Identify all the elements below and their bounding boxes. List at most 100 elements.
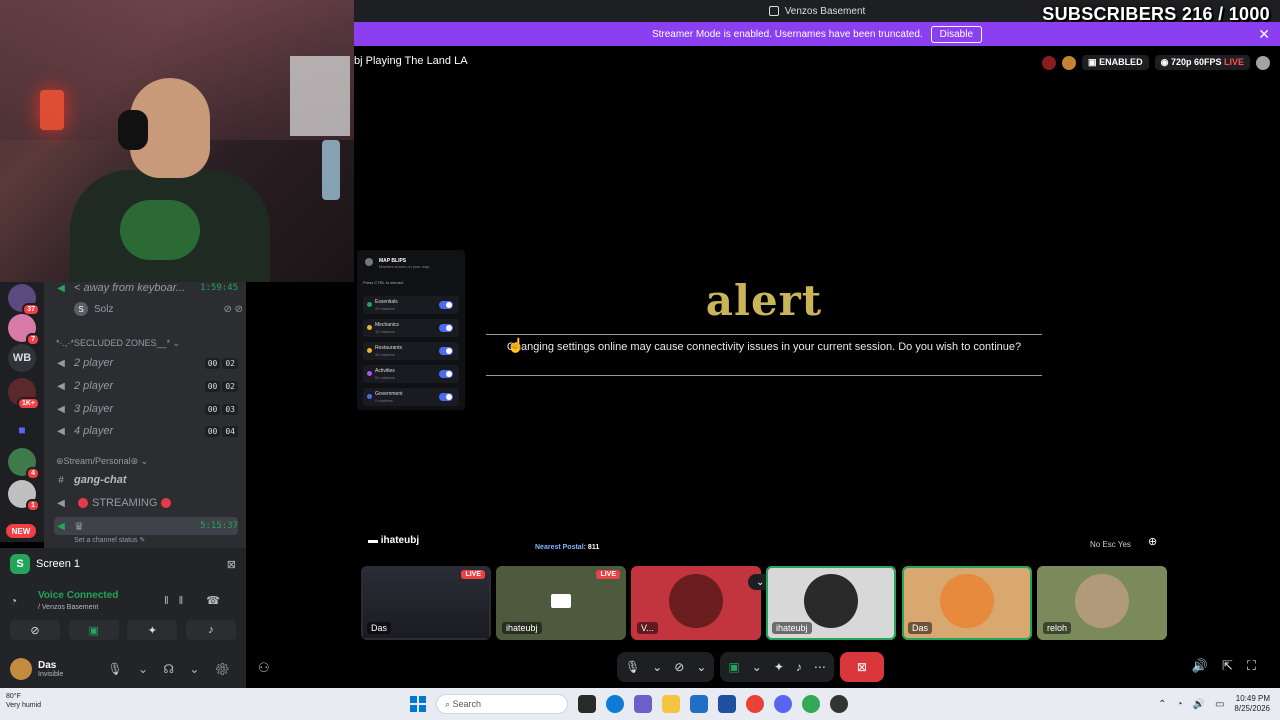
- server-icon[interactable]: 1: [8, 480, 40, 512]
- edge-icon[interactable]: [606, 695, 624, 713]
- wifi-icon[interactable]: ◔: [1176, 699, 1182, 710]
- search-input[interactable]: ⌕ Search: [436, 694, 568, 714]
- channel-name: gang-chat: [74, 474, 127, 486]
- terminal-icon[interactable]: [578, 695, 596, 713]
- participant-tile[interactable]: Das: [902, 566, 1032, 640]
- disconnect-button[interactable]: ⊠: [839, 652, 884, 682]
- voice-channel[interactable]: ◀ 2 player 00 02: [54, 354, 238, 372]
- voice-user-name: Solz: [94, 303, 114, 315]
- notification-badge: 7: [26, 333, 40, 346]
- app-icon[interactable]: [830, 695, 848, 713]
- channel-name: 2 player: [74, 357, 114, 369]
- screen-share-button[interactable]: ▣: [68, 620, 119, 640]
- chrome-icon[interactable]: [746, 695, 764, 713]
- folder-icon[interactable]: ■: [8, 416, 36, 444]
- user-count: 00 02: [203, 380, 238, 392]
- zoom-icon[interactable]: ⊕: [1148, 535, 1157, 548]
- app-icon: [768, 6, 779, 16]
- file-explorer-icon[interactable]: [662, 695, 680, 713]
- voice-user[interactable]: S Solz ⊘ ⊘: [74, 301, 243, 317]
- stop-stream-icon[interactable]: ⊠: [227, 558, 236, 571]
- chat-icon[interactable]: [1256, 55, 1270, 70]
- participant-tile[interactable]: LIVE Das: [361, 566, 491, 640]
- windows-start-icon[interactable]: [410, 696, 426, 712]
- voice-channel[interactable]: ◀ 2 player 00 02: [54, 377, 238, 395]
- camera-off-button[interactable]: ⊘: [10, 620, 60, 640]
- red-dot-icon: [78, 498, 88, 508]
- map-item-sub: 0 markers: [375, 398, 393, 403]
- stream-owner: ▬ ihateubj: [368, 535, 420, 546]
- volume-icon[interactable]: 🔊: [1193, 699, 1205, 710]
- toggle[interactable]: [439, 347, 453, 355]
- window-title: Venzos Basement: [784, 5, 866, 17]
- chevron-down-icon[interactable]: ⌄: [696, 660, 706, 674]
- voice-channel-streaming[interactable]: ◀ STREAMING: [54, 494, 238, 512]
- screen-share-icon[interactable]: ▣: [728, 660, 739, 674]
- channel-list: ◀ < away from keyboar... 1:59:45 S Solz …: [44, 282, 246, 548]
- map-item[interactable]: Government 0 markers: [363, 388, 459, 406]
- map-item-sub: 51 markers: [375, 375, 396, 380]
- server-icon[interactable]: 4: [8, 448, 40, 480]
- viewer-avatar[interactable]: [1042, 55, 1057, 70]
- voice-connected-label[interactable]: Voice Connected: [38, 590, 118, 601]
- water-bottle: [322, 140, 340, 200]
- map-item[interactable]: Activities 51 markers: [363, 365, 459, 383]
- disable-button[interactable]: Disable: [930, 25, 983, 43]
- voice-channel-selected[interactable]: ◀ ♛ 5:15:37: [54, 517, 238, 535]
- avatar[interactable]: [10, 658, 32, 680]
- chrome-icon[interactable]: [802, 695, 820, 713]
- server-wb[interactable]: WB: [8, 344, 36, 372]
- map-item[interactable]: Restaurants 34 markers: [363, 342, 459, 360]
- app-icon[interactable]: [634, 695, 652, 713]
- activities-button[interactable]: ✦: [127, 620, 178, 640]
- participant-tile[interactable]: V...: [631, 566, 761, 640]
- voice-controls[interactable]: ‖‖ ☎: [164, 594, 230, 607]
- server-icon[interactable]: 37: [8, 284, 40, 316]
- monitor-icon: [551, 594, 571, 608]
- voice-channel[interactable]: ◀ 4 player 00 04: [54, 422, 238, 440]
- battery-icon[interactable]: ▭: [1215, 699, 1224, 710]
- category-stream[interactable]: ⊛Stream/Personal⊛ ⌄: [56, 456, 148, 467]
- store-icon[interactable]: [718, 695, 736, 713]
- voice-channel-afk[interactable]: ◀ < away from keyboar... 1:59:45: [54, 282, 238, 297]
- weather-temp: 80°F: [6, 693, 21, 700]
- toggle[interactable]: [439, 324, 453, 332]
- server-icon[interactable]: 7: [8, 314, 40, 346]
- category-secluded[interactable]: *·.,·*SECLUDED ZONES__* ⌄: [56, 338, 180, 349]
- server-icon[interactable]: 1K+: [8, 378, 40, 410]
- no-yes-prompt: No Esc Yes: [1090, 540, 1131, 549]
- toggle[interactable]: [439, 370, 453, 378]
- add-user-icon[interactable]: ⚇: [258, 660, 270, 676]
- avatar: [1075, 574, 1129, 628]
- toggle[interactable]: [439, 393, 453, 401]
- chevron-up-icon[interactable]: ⌃: [1158, 699, 1166, 710]
- outlook-icon[interactable]: [690, 695, 708, 713]
- camera-off-icon[interactable]: ⊘: [674, 660, 684, 674]
- participant-tile[interactable]: reloh: [1037, 566, 1167, 640]
- discord-icon[interactable]: [774, 695, 792, 713]
- channel-status-prompt[interactable]: Set a channel status ✎: [74, 536, 145, 544]
- view-controls[interactable]: 🔊⇱⛶: [1192, 658, 1270, 674]
- weather-widget[interactable]: 80°F Very humid: [6, 692, 41, 710]
- viewer-avatar[interactable]: [1062, 55, 1077, 70]
- clock[interactable]: 10:49 PM 8/25/2026: [1234, 694, 1270, 714]
- more-icon[interactable]: ⋯: [814, 660, 826, 674]
- signal-icon[interactable]: ◔: [10, 594, 17, 608]
- chevron-down-icon[interactable]: ⌄: [752, 660, 762, 674]
- chevron-down-icon[interactable]: ⌄: [652, 660, 662, 674]
- live-badge: LIVE: [596, 570, 620, 579]
- close-icon[interactable]: ✕: [1258, 26, 1270, 43]
- user-status: Invisible: [38, 671, 64, 678]
- participant-tile[interactable]: ihateubj: [766, 566, 896, 640]
- participant-tile[interactable]: LIVE ihateubj: [496, 566, 626, 640]
- user-controls[interactable]: 🎙 ⌄ ☊ ⌄ ⚙: [107, 662, 236, 676]
- soundboard-icon[interactable]: ♪: [796, 660, 802, 674]
- red-dot-icon: [161, 498, 172, 508]
- text-channel[interactable]: # gang-chat: [54, 471, 238, 489]
- throne-icon: ♛: [74, 520, 84, 533]
- soundboard-button[interactable]: ♪: [185, 620, 236, 640]
- voice-channel[interactable]: ◀ 3 player 00 03: [54, 400, 238, 418]
- microphone-icon[interactable]: 🎙: [625, 660, 640, 674]
- voice-status: ◔ Voice Connected / Venzos Basement ‖‖ ☎: [10, 588, 236, 616]
- activities-icon[interactable]: ✦: [774, 660, 784, 674]
